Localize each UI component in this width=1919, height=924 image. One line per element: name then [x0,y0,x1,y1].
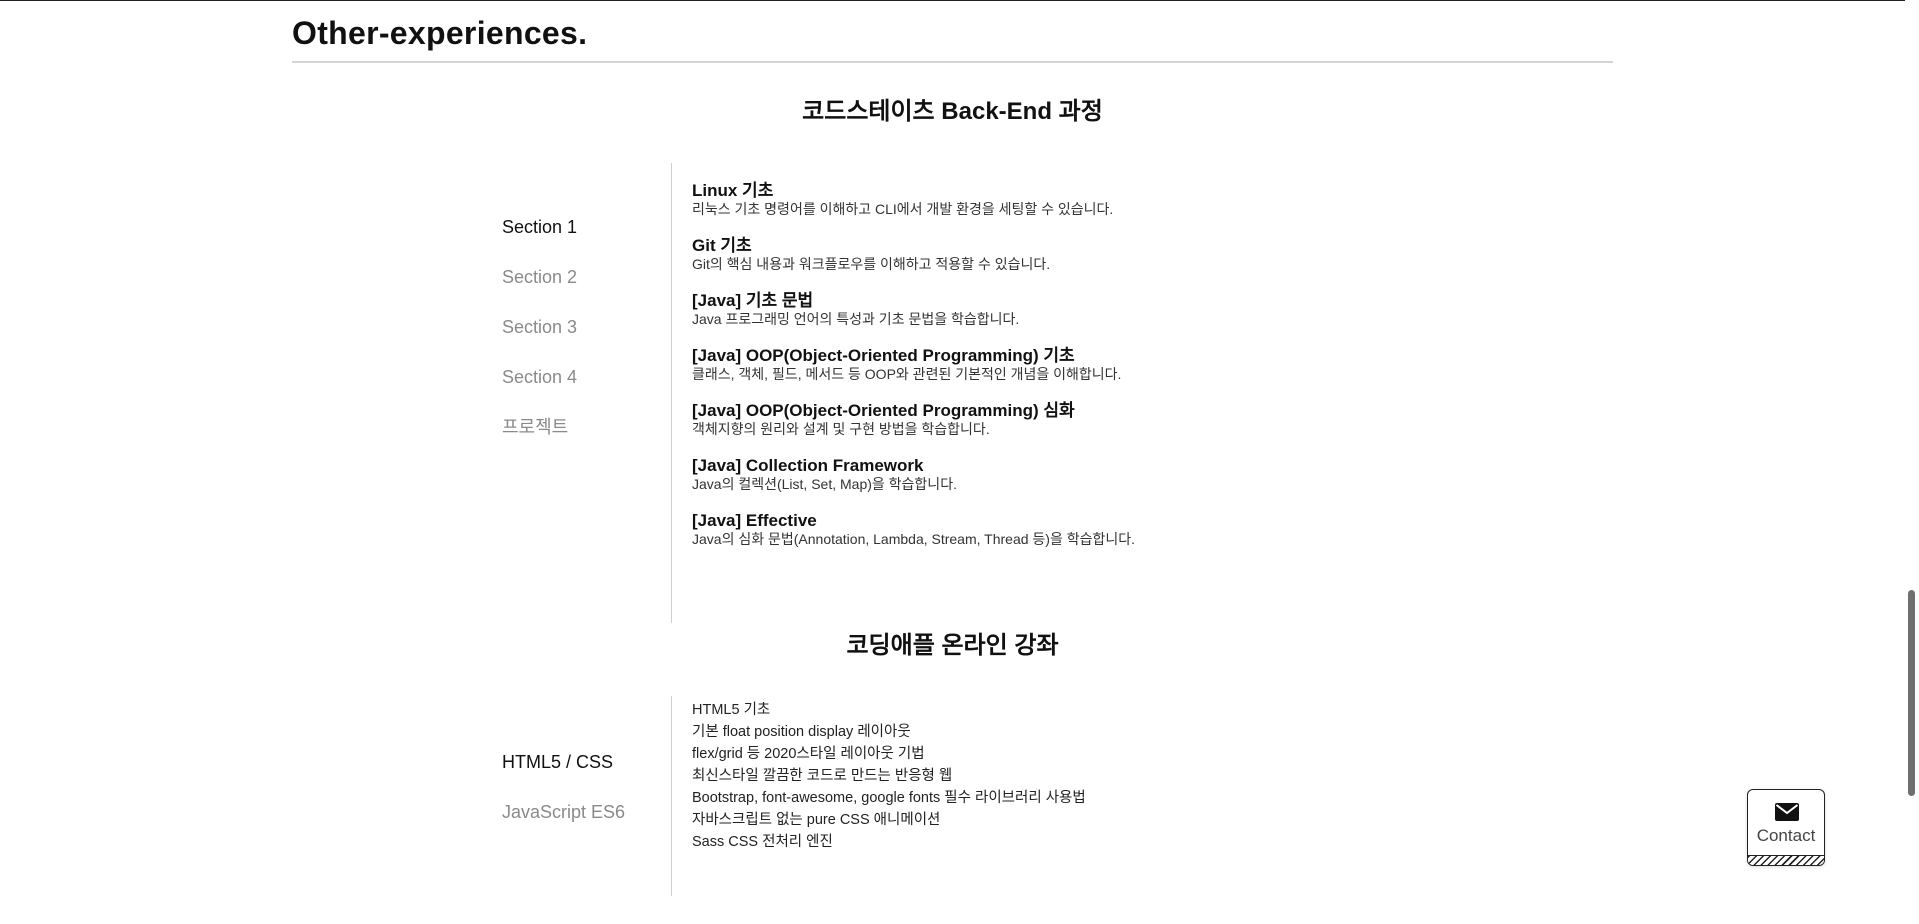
contact-stripes [1748,855,1824,865]
item-description: Java의 심화 문법(Annotation, Lambda, Stream, … [692,531,1136,547]
list-item: Bootstrap, font-awesome, google fonts 필수… [692,790,1086,806]
vertical-divider [671,696,672,896]
item-title: Linux 기초 [692,181,774,200]
list-item: 자바스크립트 없는 pure CSS 애니메이션 [692,812,941,828]
item-description: 객체지향의 원리와 설계 및 구현 방법을 학습합니다. [692,421,990,437]
list-item: flex/grid 등 2020스타일 레이아웃 기법 [692,746,925,762]
list-item: Git 기초 Git의 핵심 내용과 워크플로우를 이해하고 적용할 수 있습니… [692,236,1592,291]
course-tabs: Section 1 Section 2 Section 3 Section 4 … [502,216,672,466]
list-item: Sass CSS 전처리 엔진 [692,834,833,850]
scrollbar-thumb[interactable] [1908,590,1915,796]
tab-javascript[interactable]: JavaScript ES6 [502,801,672,823]
course-codingapple: 코딩애플 온라인 강좌 HTML5 / CSS JavaScript ES6 H… [292,631,1613,896]
list-item: 기본 float position display 레이아웃 [692,724,911,740]
vertical-divider [671,163,672,623]
item-title: [Java] OOP(Object-Oriented Programming) … [692,346,1075,365]
item-title: [Java] 기초 문법 [692,291,814,310]
list-item: [Java] 기초 문법 Java 프로그래밍 언어의 특성과 기초 문법을 학… [692,291,1592,346]
tab-section-4[interactable]: Section 4 [502,366,672,388]
item-title: [Java] OOP(Object-Oriented Programming) … [692,401,1075,420]
list-item: HTML5 기초 [692,702,771,718]
course-title: 코드스테이츠 Back-End 과정 [802,98,1103,125]
course-body: Section 1 Section 2 Section 3 Section 4 … [292,163,1613,631]
course-content: Linux 기초 리눅스 기초 명령어를 이해하고 CLI에서 개발 환경을 세… [692,181,1592,566]
item-title: [Java] Collection Framework [692,456,924,475]
list-item: [Java] Effective Java의 심화 문법(Annotation,… [692,511,1592,566]
contact-button[interactable]: Contact [1747,789,1825,866]
section-heading: Other-experiences. [292,0,1613,63]
list-item: [Java] Collection Framework Java의 컬렉션(Li… [692,456,1592,511]
item-description: Git의 핵심 내용과 워크플로우를 이해하고 적용할 수 있습니다. [692,256,1051,272]
tab-project[interactable]: 프로젝트 [502,416,672,438]
item-title: [Java] Effective [692,511,817,530]
item-description: 리눅스 기초 명령어를 이해하고 CLI에서 개발 환경을 세팅할 수 있습니다… [692,201,1114,217]
list-item: Linux 기초 리눅스 기초 명령어를 이해하고 CLI에서 개발 환경을 세… [692,181,1592,236]
course-tabs: HTML5 / CSS JavaScript ES6 [502,751,672,851]
tab-section-1[interactable]: Section 1 [502,216,672,238]
mail-icon [1775,803,1799,821]
item-description: 클래스, 객체, 필드, 메서드 등 OOP와 관련된 기본적인 개념을 이해합… [692,366,1122,382]
contact-label: Contact [1756,826,1816,845]
list-item: [Java] OOP(Object-Oriented Programming) … [692,346,1592,401]
item-title: Git 기초 [692,236,752,255]
list-item: 최신스타일 깔끔한 코드로 만드는 반응형 웹 [692,768,953,784]
list-item: [Java] OOP(Object-Oriented Programming) … [692,401,1592,456]
course-codestates: 코드스테이츠 Back-End 과정 Section 1 Section 2 S… [292,97,1613,631]
item-description: Java의 컬렉션(List, Set, Map)을 학습합니다. [692,476,957,492]
tab-section-2[interactable]: Section 2 [502,266,672,288]
item-description: Java 프로그래밍 언어의 특성과 기초 문법을 학습합니다. [692,311,1020,327]
tab-html-css[interactable]: HTML5 / CSS [502,751,672,773]
course-content: HTML5 기초 기본 float position display 레이아웃 … [692,699,1592,853]
tab-section-3[interactable]: Section 3 [502,316,672,338]
course-body: HTML5 / CSS JavaScript ES6 HTML5 기초 기본 f… [292,696,1613,896]
scrollbar[interactable] [1905,0,1919,924]
course-title: 코딩애플 온라인 강좌 [846,632,1059,659]
other-experiences-section: Other-experiences. 코드스테이츠 Back-End 과정 Se… [292,0,1613,896]
